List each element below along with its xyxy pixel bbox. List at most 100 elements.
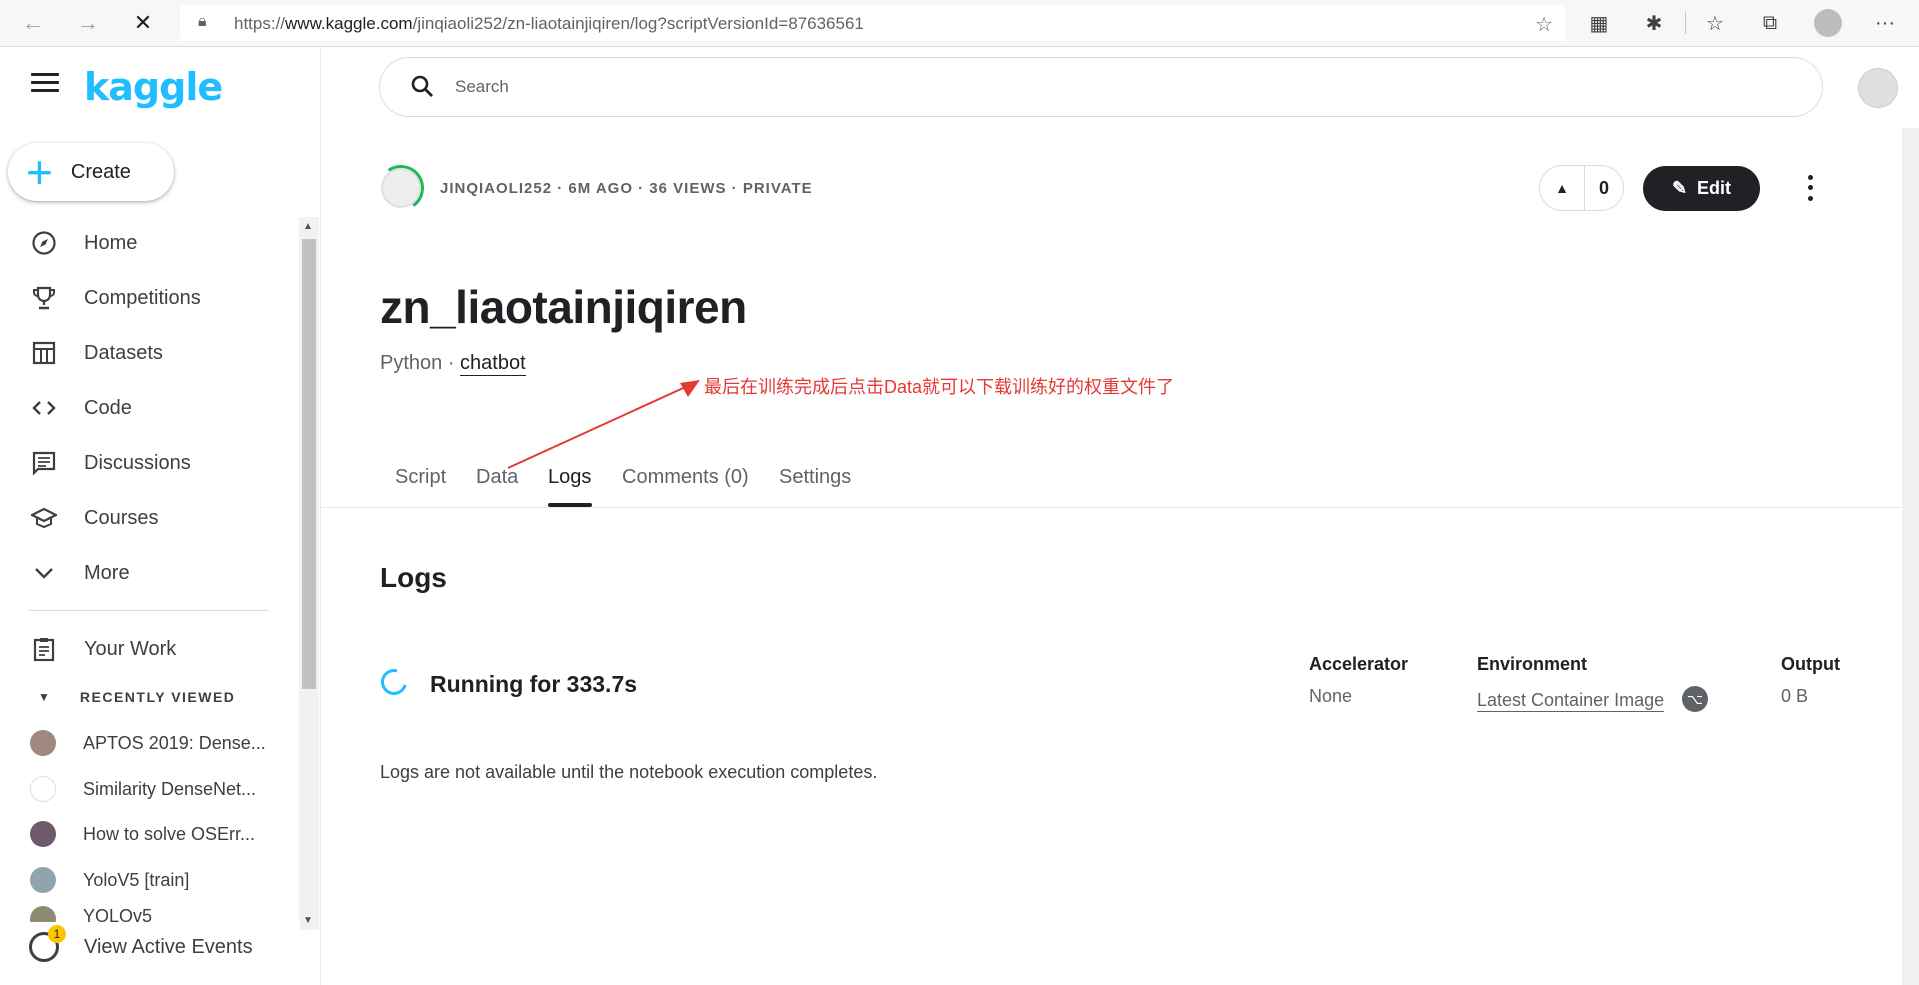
url-prefix: https://	[234, 14, 286, 33]
school-icon	[29, 503, 59, 533]
kaggle-logo[interactable]: kaggle	[84, 65, 223, 109]
vote-count: 0	[1598, 177, 1609, 198]
sidebar-item-your-work[interactable]: Your Work	[0, 626, 300, 672]
sidebar-item-label: More	[84, 561, 130, 584]
user-avatar[interactable]	[1858, 68, 1898, 108]
stop-loading-icon[interactable]: ✕	[128, 8, 158, 38]
recent-item[interactable]: How to solve OSErr...	[0, 814, 300, 854]
more-options-icon[interactable]	[1800, 172, 1820, 204]
tab-data[interactable]: Data	[476, 466, 518, 489]
back-arrow-icon[interactable]: ←	[18, 8, 48, 38]
sidebar-item-label: Competitions	[84, 286, 201, 309]
tabs-divider	[321, 507, 1901, 508]
tab-comments[interactable]: Comments (0)	[622, 466, 749, 489]
forward-arrow-icon[interactable]: →	[73, 8, 103, 38]
edit-label: Edit	[1697, 178, 1732, 198]
sidebar-item-label: Discussions	[84, 451, 191, 474]
code-icon	[29, 393, 59, 423]
search-icon	[410, 74, 434, 98]
address-bar[interactable]: 🔒︎ https://www.kaggle.com/jinqiaoli252/z…	[180, 5, 1565, 41]
recent-item[interactable]: YoloV5 [train]	[0, 860, 300, 900]
recent-item-label: Similarity DenseNet...	[83, 778, 257, 799]
sidebar-item-more[interactable]: More	[0, 550, 300, 596]
recent-item-label: APTOS 2019: Dense...	[83, 732, 266, 753]
output-value: 0 B	[1781, 686, 1809, 706]
language-label: Python ·	[380, 352, 461, 374]
search-placeholder: Search	[455, 77, 509, 96]
tab-script[interactable]: Script	[395, 466, 446, 489]
sidebar-item-courses[interactable]: Courses	[0, 495, 300, 541]
accelerator-label: Accelerator	[1309, 654, 1409, 674]
environment-label: Environment	[1477, 654, 1588, 674]
notebook-title: zn_liaotainjiqiren	[380, 281, 747, 333]
sidebar-divider	[29, 610, 269, 611]
chevron-down-icon	[29, 558, 59, 588]
clipboard-icon	[29, 634, 59, 664]
recent-item-label: YoloV5 [train]	[83, 869, 190, 890]
scroll-thumb[interactable]	[302, 239, 316, 689]
author-avatar[interactable]	[381, 168, 421, 208]
environment-link[interactable]: Latest Container Image	[1477, 690, 1665, 712]
logs-message: Logs are not available until the noteboo…	[380, 762, 878, 782]
favorites-icon[interactable]: ☆	[1702, 10, 1728, 36]
annotation-text: 最后在训练完成后点击Data就可以下载训练好的权重文件了	[704, 377, 1175, 397]
github-icon[interactable]: ⌥	[1682, 686, 1708, 712]
output-label: Output	[1781, 654, 1840, 674]
sidebar-item-competitions[interactable]: Competitions	[0, 275, 300, 321]
avatar	[30, 730, 56, 756]
url-host: www.kaggle.com	[285, 14, 413, 33]
main-scrollbar[interactable]	[1902, 128, 1919, 985]
add-favorite-icon[interactable]: ☆	[1535, 12, 1553, 37]
recently-viewed-header[interactable]: ▼ RECENTLY VIEWED	[0, 689, 235, 705]
avatar	[30, 821, 56, 847]
recent-item-label: How to solve OSErr...	[83, 823, 256, 844]
trophy-icon	[29, 283, 59, 313]
upvote-icon[interactable]: ▲	[1540, 166, 1585, 210]
avatar	[30, 776, 56, 802]
caret-down-icon: ▼	[38, 690, 50, 704]
sidebar-item-datasets[interactable]: Datasets	[0, 330, 300, 376]
recent-item[interactable]: APTOS 2019: Dense...	[0, 723, 300, 763]
sidebar-item-label: Datasets	[84, 341, 163, 364]
sidebar-item-home[interactable]: Home	[0, 220, 300, 266]
annotation-arrow	[507, 380, 700, 469]
table-icon	[29, 338, 59, 368]
tab-logs[interactable]: Logs	[548, 466, 591, 489]
sidebar-item-label: Home	[84, 231, 138, 254]
more-menu-icon[interactable]: ···	[1872, 10, 1898, 36]
sidebar-item-label: Code	[84, 396, 132, 419]
events-badge: 1	[48, 925, 66, 943]
sidebar-scrollbar[interactable]: ▲ ▼	[299, 217, 319, 930]
browser-toolbar: ← → ✕ 🔒︎ https://www.kaggle.com/jinqiaol…	[0, 0, 1919, 47]
scroll-down-icon[interactable]: ▼	[303, 915, 313, 926]
collections-icon[interactable]: ⧉	[1757, 10, 1783, 36]
accelerator-value: None	[1309, 686, 1353, 706]
sidebar: kaggle + Create Home Competitions Datase…	[0, 47, 321, 985]
sidebar-item-discussions[interactable]: Discussions	[0, 440, 300, 486]
events-label: View Active Events	[84, 935, 253, 958]
loading-spinner-icon	[376, 664, 412, 700]
url-text[interactable]: https://www.kaggle.com/jinqiaoli252/zn-l…	[234, 14, 864, 34]
recently-viewed-label: RECENTLY VIEWED	[79, 689, 236, 705]
extensions-icon[interactable]: ✱	[1641, 10, 1667, 36]
apps-icon[interactable]: ▦	[1586, 10, 1612, 36]
edit-button[interactable]: ✎ Edit	[1643, 166, 1760, 211]
search-bar[interactable]: Search	[379, 57, 1823, 117]
profile-icon[interactable]	[1814, 9, 1842, 37]
sidebar-item-code[interactable]: Code	[0, 385, 300, 431]
lock-icon: 🔒︎	[198, 13, 207, 30]
avatar	[30, 867, 56, 893]
recent-item[interactable]: Similarity DenseNet...	[0, 769, 300, 809]
comment-icon	[29, 448, 59, 478]
sidebar-item-label: Courses	[84, 506, 159, 529]
plus-icon: +	[26, 146, 53, 198]
tab-settings[interactable]: Settings	[779, 466, 851, 489]
url-path: /jinqiaoli252/zn-liaotainjiqiren/log?scr…	[412, 14, 864, 33]
scroll-up-icon[interactable]: ▲	[303, 221, 313, 232]
view-active-events-button[interactable]: 1 View Active Events	[0, 922, 300, 972]
hamburger-menu-icon[interactable]	[31, 73, 59, 95]
create-button[interactable]: + Create	[8, 143, 174, 201]
logs-heading: Logs	[380, 562, 447, 593]
notebook-meta: JINQIAOLI252 · 6M AGO · 36 VIEWS · PRIVA…	[440, 180, 813, 197]
clock-icon: 1	[29, 925, 66, 962]
